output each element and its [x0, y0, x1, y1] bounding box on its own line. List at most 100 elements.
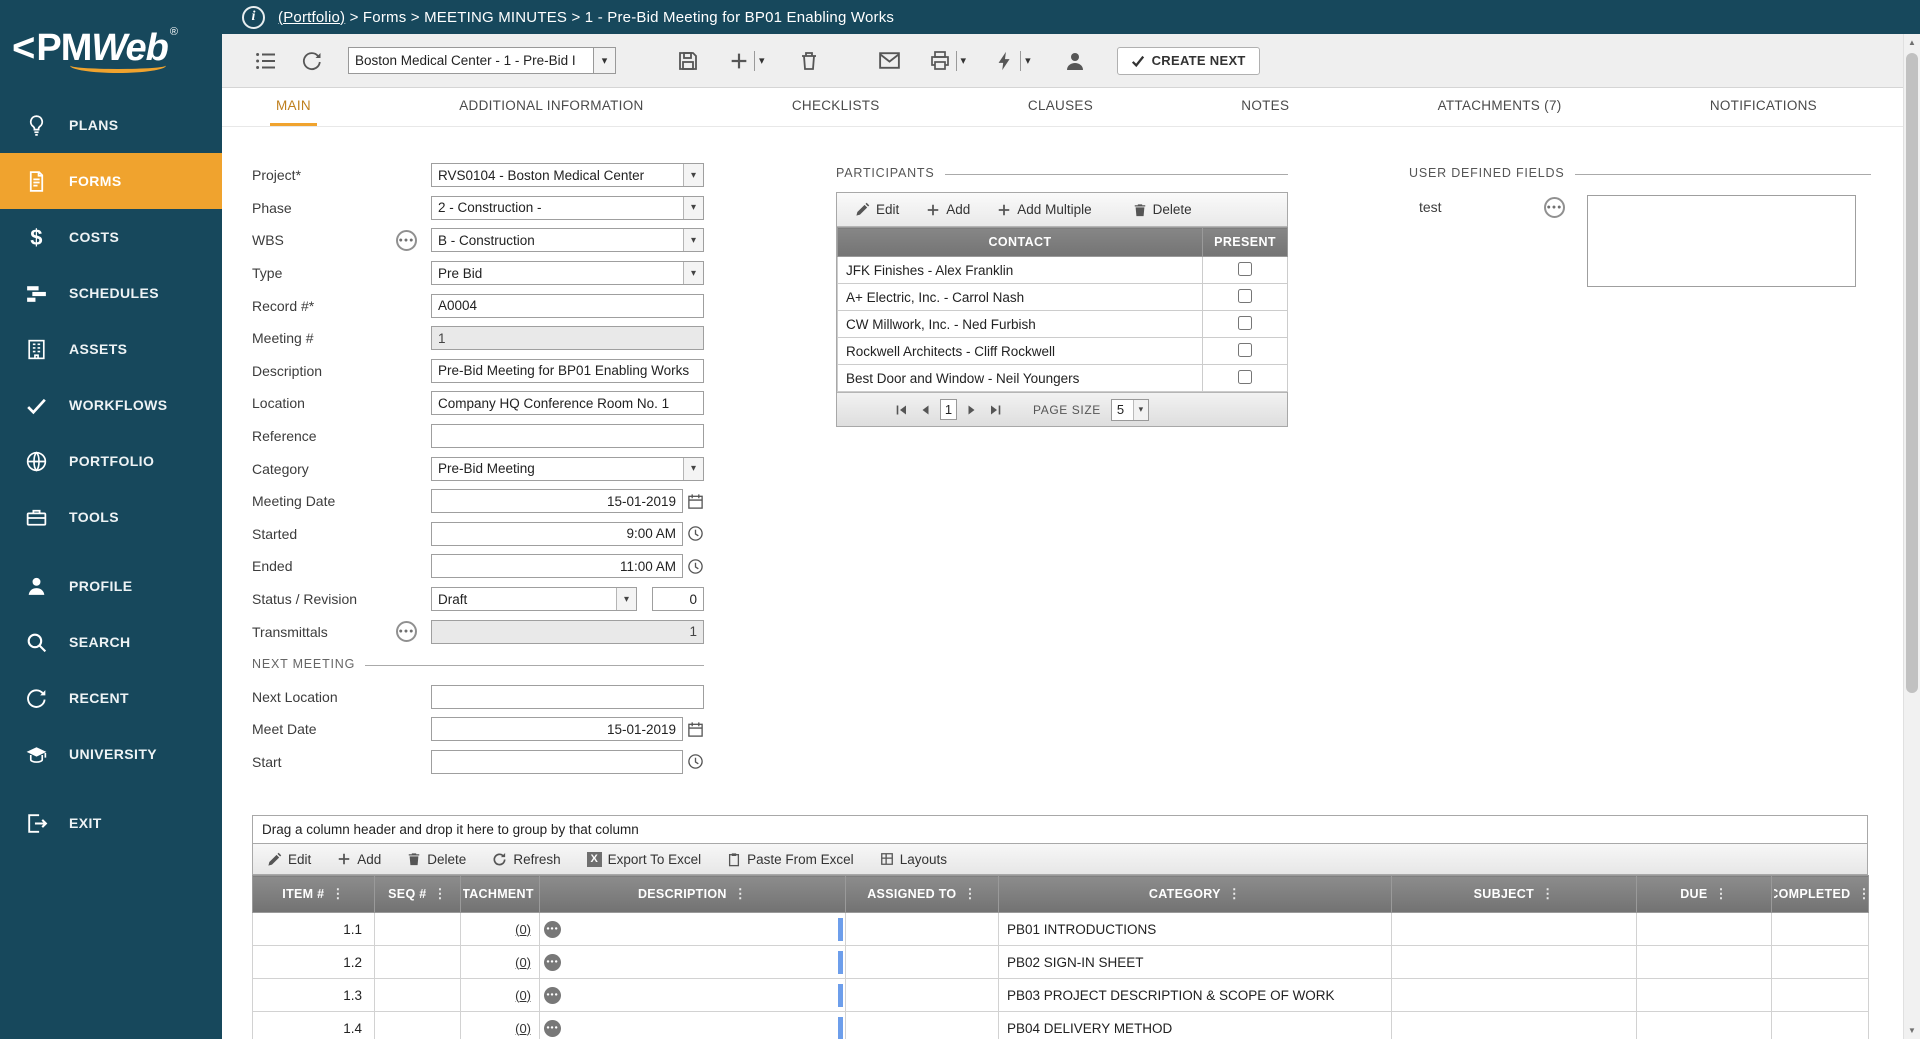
category-dropdown[interactable]: Pre-Bid Meeting▾ [431, 457, 704, 481]
column-menu-icon[interactable]: ⋮ [331, 886, 344, 902]
calendar-button[interactable] [687, 493, 704, 510]
previous-page-button[interactable] [916, 401, 934, 419]
chevron-down-icon[interactable]: ▾ [683, 164, 703, 186]
chevron-down-icon[interactable]: ▾ [759, 54, 765, 67]
attachments-link[interactable]: (0) [515, 922, 531, 937]
column-header-assigned-to[interactable]: ASSIGNED TO⋮ [846, 876, 999, 913]
row-menu-icon[interactable]: ●●● [544, 1020, 561, 1037]
user-button[interactable] [1063, 49, 1087, 73]
grid-paste-excel-button[interactable]: Paste From Excel [727, 852, 854, 867]
current-page[interactable]: 1 [940, 399, 957, 420]
tab-notes[interactable]: NOTES [1235, 88, 1295, 126]
grid-edit-button[interactable]: Edit [267, 852, 311, 867]
record-number-field[interactable] [431, 294, 704, 318]
udf-text-area[interactable] [1587, 195, 1856, 287]
pmweb-logo[interactable]: <PMWeb® [0, 0, 222, 97]
clock-button[interactable] [687, 753, 704, 770]
meet-date-field[interactable] [431, 717, 683, 741]
sidebar-item-plans[interactable]: PLANS [0, 97, 222, 153]
scrollbar-thumb[interactable] [1906, 53, 1918, 693]
sidebar-item-recent[interactable]: RECENT [0, 670, 222, 726]
participants-add-multiple-button[interactable]: Add Multiple [997, 202, 1091, 217]
sidebar-item-forms[interactable]: FORMS [0, 153, 222, 209]
column-header-attachment[interactable]: ATTACHMENT⋮ [461, 876, 540, 913]
row-menu-icon[interactable]: ●●● [544, 987, 561, 1004]
info-icon[interactable]: i [242, 6, 265, 29]
next-page-button[interactable] [963, 401, 981, 419]
attachments-link[interactable]: (0) [515, 955, 531, 970]
scroll-up-arrow[interactable]: ▲ [1904, 34, 1920, 51]
column-header-description[interactable]: DESCRIPTION⋮ [540, 876, 846, 913]
sidebar-item-exit[interactable]: EXIT [0, 795, 222, 851]
column-menu-icon[interactable]: ⋮ [1228, 886, 1241, 902]
column-menu-icon[interactable]: ⋮ [1714, 886, 1727, 902]
sidebar-item-schedules[interactable]: SCHEDULES [0, 265, 222, 321]
participants-add-button[interactable]: Add [926, 202, 970, 217]
ended-time-field[interactable] [431, 554, 683, 578]
present-checkbox[interactable] [1238, 343, 1252, 357]
tab-checklists[interactable]: CHECKLISTS [786, 88, 886, 126]
wbs-dropdown[interactable]: B - Construction▾ [431, 228, 704, 252]
workflow-actions-button[interactable]: ▾ [994, 50, 1031, 72]
column-header-completed[interactable]: COMPLETED⋮ [1772, 876, 1869, 913]
reference-field[interactable] [431, 424, 704, 448]
row-menu-icon[interactable]: ●●● [544, 954, 561, 971]
sidebar-item-workflows[interactable]: WORKFLOWS [0, 377, 222, 433]
save-button[interactable] [676, 49, 700, 73]
chevron-down-icon[interactable]: ▾ [1025, 54, 1031, 67]
tab-main[interactable]: MAIN [270, 88, 317, 126]
sidebar-item-profile[interactable]: PROFILE [0, 558, 222, 614]
grid-refresh-button[interactable]: Refresh [492, 852, 560, 867]
history-button[interactable] [300, 49, 324, 73]
next-start-time-field[interactable] [431, 750, 683, 774]
column-menu-icon[interactable]: ⋮ [963, 886, 976, 902]
vertical-scrollbar[interactable]: ▲ ▼ [1903, 34, 1920, 1039]
grid-layouts-button[interactable]: Layouts [880, 852, 947, 867]
chevron-down-icon[interactable]: ▾ [683, 262, 703, 284]
status-dropdown[interactable]: Draft▾ [431, 587, 637, 611]
delete-button[interactable] [797, 49, 821, 73]
column-header-category[interactable]: CATEGORY⋮ [999, 876, 1392, 913]
attachments-link[interactable]: (0) [515, 988, 531, 1003]
sidebar-item-portfolio[interactable]: PORTFOLIO [0, 433, 222, 489]
present-checkbox[interactable] [1238, 262, 1252, 276]
scroll-down-arrow[interactable]: ▼ [1904, 1022, 1920, 1039]
email-button[interactable] [877, 48, 902, 73]
grid-delete-button[interactable]: Delete [407, 852, 466, 867]
type-dropdown[interactable]: Pre Bid▾ [431, 261, 704, 285]
present-checkbox[interactable] [1238, 289, 1252, 303]
chevron-down-icon[interactable]: ▾ [961, 54, 967, 67]
add-button[interactable]: ▾ [728, 50, 765, 72]
transmittals-lookup-button[interactable]: ●●● [396, 621, 417, 642]
column-menu-icon[interactable]: ⋮ [1857, 886, 1866, 902]
sidebar-item-tools[interactable]: TOOLS [0, 489, 222, 545]
tab-clauses[interactable]: CLAUSES [1022, 88, 1099, 126]
chevron-down-icon[interactable]: ▾ [683, 229, 703, 251]
group-by-bar[interactable]: Drag a column header and drop it here to… [252, 815, 1868, 844]
location-field[interactable] [431, 391, 704, 415]
grid-add-button[interactable]: Add [337, 852, 381, 867]
project-dropdown[interactable]: RVS0104 - Boston Medical Center▾ [431, 163, 704, 187]
breadcrumb-portfolio-link[interactable]: (Portfolio) [278, 9, 345, 26]
wbs-lookup-button[interactable]: ●●● [396, 230, 417, 251]
attachments-link[interactable]: (0) [515, 1021, 531, 1036]
row-menu-icon[interactable]: ●●● [544, 921, 561, 938]
record-selector-dropdown[interactable]: Boston Medical Center - 1 - Pre-Bid I ▾ [348, 47, 616, 74]
column-header-item[interactable]: ITEM #⋮ [253, 876, 375, 913]
sidebar-item-assets[interactable]: ASSETS [0, 321, 222, 377]
sidebar-item-search[interactable]: SEARCH [0, 614, 222, 670]
first-page-button[interactable] [892, 401, 910, 419]
grid-export-excel-button[interactable]: X Export To Excel [587, 852, 702, 867]
sidebar-item-costs[interactable]: $ COSTS [0, 209, 222, 265]
chevron-down-icon[interactable]: ▾ [1133, 400, 1148, 420]
meeting-date-field[interactable] [431, 489, 683, 513]
tab-additional-information[interactable]: ADDITIONAL INFORMATION [453, 88, 649, 126]
clock-button[interactable] [687, 525, 704, 542]
clock-button[interactable] [687, 558, 704, 575]
calendar-button[interactable] [687, 721, 704, 738]
column-header-due[interactable]: DUE⋮ [1637, 876, 1772, 913]
next-location-field[interactable] [431, 685, 704, 709]
present-checkbox[interactable] [1238, 316, 1252, 330]
revision-field[interactable] [652, 587, 704, 611]
column-header-contact[interactable]: CONTACT [838, 228, 1203, 257]
